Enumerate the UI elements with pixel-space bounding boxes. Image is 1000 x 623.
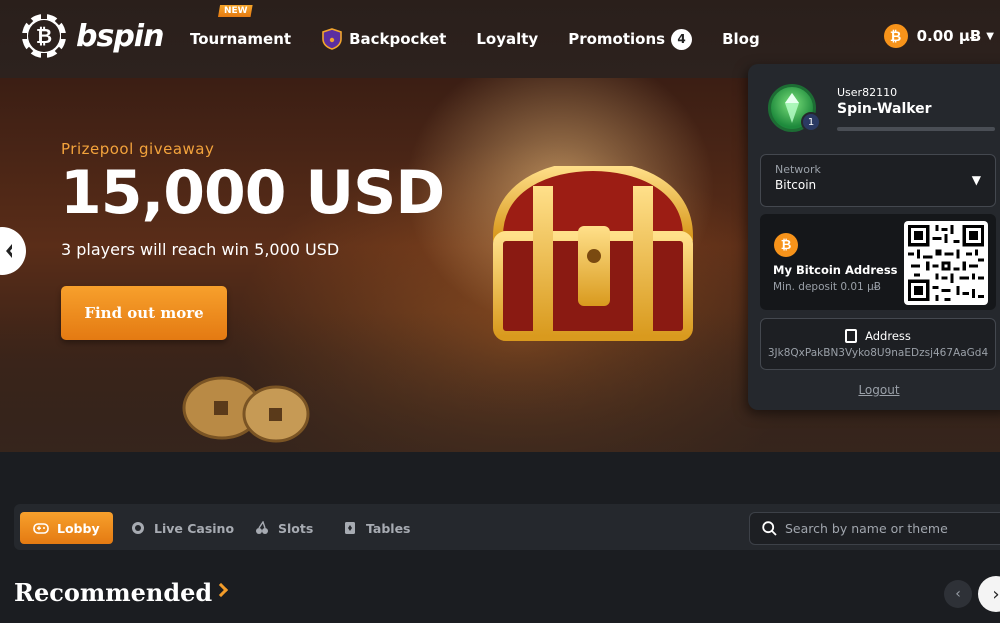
treasure-chest-illustration xyxy=(492,166,694,341)
bitcoin-coin-icon: ₿ xyxy=(883,24,908,48)
bitcoin-coin-icon: ₿ xyxy=(774,233,798,257)
game-search[interactable] xyxy=(749,512,1000,545)
network-label: Network xyxy=(775,163,821,176)
address-card-title: My Bitcoin Address xyxy=(773,263,898,277)
tab-live-casino-label: Live Casino xyxy=(154,520,235,536)
coins-illustration xyxy=(182,376,310,443)
bitcoin-chip-logo-icon: ₿ xyxy=(21,13,67,59)
address-label-row: Address xyxy=(761,329,995,343)
tab-tables[interactable]: Tables xyxy=(342,512,411,544)
user-level-badge: 1 xyxy=(801,112,821,132)
playing-card-icon xyxy=(345,522,355,534)
nav-loyalty-label: Loyalty xyxy=(476,30,539,48)
user-progress-bar xyxy=(837,127,995,131)
balance-dropdown[interactable]: ₿ 0.00 µɃ ▼ xyxy=(883,24,994,48)
carousel-next-button[interactable]: › xyxy=(978,576,1000,612)
new-badge: NEW xyxy=(218,5,253,17)
balance-amount: 0.00 µɃ xyxy=(916,27,982,45)
hero-prev-button[interactable] xyxy=(0,227,26,275)
address-label: Address xyxy=(865,329,911,343)
network-select[interactable]: Network Bitcoin ▼ xyxy=(760,154,996,207)
brand-name: bspin xyxy=(76,18,164,54)
user-id: User82110 xyxy=(837,86,898,99)
min-deposit-text: Min. deposit 0.01 µɃ xyxy=(773,281,881,293)
chevron-down-icon: ▼ xyxy=(986,30,994,42)
nav-promotions-label: Promotions xyxy=(568,30,666,48)
user-name: Spin-Walker xyxy=(837,101,932,117)
brand-logo[interactable]: ₿ bspin xyxy=(20,12,164,60)
hero-subtitle: Prizepool giveaway xyxy=(61,140,215,158)
search-input[interactable] xyxy=(785,521,985,536)
gamepad-icon xyxy=(33,523,49,534)
chevron-down-icon: ▼ xyxy=(971,173,981,187)
category-tabbar: Lobby Live Casino Slots Tables xyxy=(14,504,1000,550)
hero-title: 15,000 USD xyxy=(60,158,445,228)
tab-live-casino[interactable]: Live Casino xyxy=(130,512,234,544)
nav-tournament[interactable]: NEW Tournament xyxy=(190,5,292,48)
lobby-section: Lobby Live Casino Slots Tables Search by… xyxy=(0,452,1000,623)
find-out-more-button[interactable]: Find out more xyxy=(61,286,227,340)
qr-code xyxy=(904,221,988,305)
user-wallet-panel: 1 User82110 Spin-Walker Network Bitcoin … xyxy=(748,64,1000,410)
live-chip-icon xyxy=(132,522,144,534)
bitcoin-address-card: ₿ My Bitcoin Address Min. deposit 0.01 µ… xyxy=(760,214,996,310)
main-nav: NEW Tournament Backpocket Loyalty Promot… xyxy=(190,0,790,78)
tab-tables-label: Tables xyxy=(366,520,411,536)
cherries-icon xyxy=(256,521,268,534)
chevron-left-icon: ‹ xyxy=(955,586,961,602)
logout-link[interactable]: Logout xyxy=(748,383,1000,397)
tab-lobby[interactable]: Lobby xyxy=(20,512,113,544)
tab-slots[interactable]: Slots xyxy=(254,512,313,544)
nav-backpocket[interactable]: Backpocket xyxy=(321,28,446,50)
address-value: 3Jk8QxPakBN3Vyko8U9naEDzsj467AaGd4 xyxy=(767,347,989,359)
copy-icon xyxy=(845,329,858,343)
hero-description: 3 players will reach win 5,000 USD xyxy=(61,240,340,259)
backpocket-shield-icon xyxy=(322,28,342,50)
chevron-right-icon[interactable] xyxy=(213,582,229,598)
qr-code-icon xyxy=(908,225,984,301)
network-value: Bitcoin xyxy=(775,178,817,192)
chevron-left-icon xyxy=(6,244,12,258)
svg-text:₿: ₿ xyxy=(36,24,52,48)
nav-promotions[interactable]: Promotions 4 xyxy=(568,28,693,50)
tab-lobby-label: Lobby xyxy=(57,520,100,536)
nav-blog-label: Blog xyxy=(722,30,760,48)
tab-slots-label: Slots xyxy=(278,520,314,536)
carousel-prev-button[interactable]: ‹ xyxy=(944,580,972,608)
chevron-right-icon: › xyxy=(992,583,1000,605)
address-copy-field[interactable]: Address 3Jk8QxPakBN3Vyko8U9naEDzsj467AaG… xyxy=(760,318,996,370)
nav-loyalty[interactable]: Loyalty xyxy=(476,30,538,48)
nav-tournament-label: Tournament xyxy=(190,30,292,48)
nav-blog[interactable]: Blog xyxy=(722,30,760,48)
search-icon xyxy=(762,521,777,536)
recommended-heading: Recommended xyxy=(14,578,213,607)
promotions-count-badge: 4 xyxy=(671,28,693,50)
nav-backpocket-label: Backpocket xyxy=(349,30,447,48)
